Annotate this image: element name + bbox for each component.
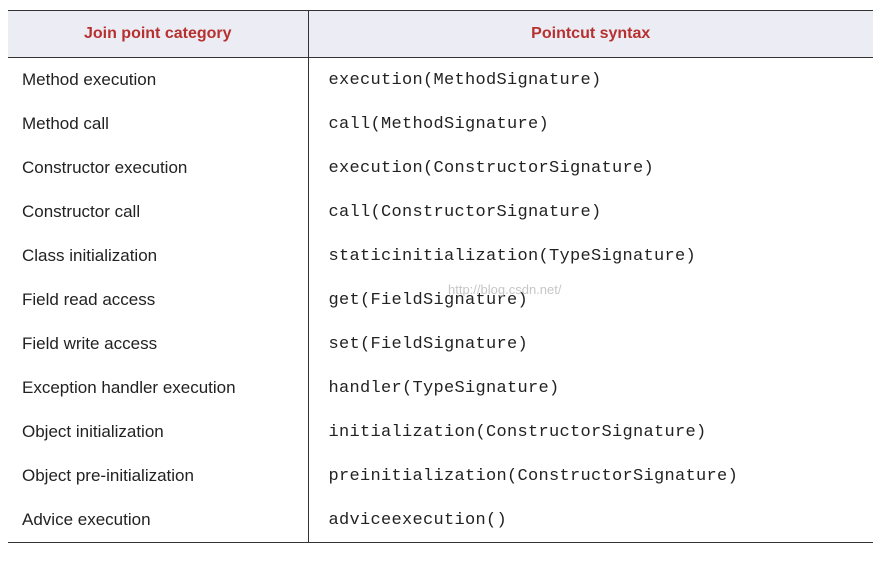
cell-category: Method execution (8, 58, 308, 103)
header-syntax: Pointcut syntax (308, 11, 873, 58)
table-row: Advice execution adviceexecution() (8, 498, 873, 543)
table-row: Method execution execution(MethodSignatu… (8, 58, 873, 103)
table-row: Field write access set(FieldSignature) (8, 322, 873, 366)
cell-syntax: execution(MethodSignature) (308, 58, 873, 103)
pointcut-table: Join point category Pointcut syntax Meth… (8, 10, 873, 543)
header-row: Join point category Pointcut syntax (8, 11, 873, 58)
table-row: Exception handler execution handler(Type… (8, 366, 873, 410)
cell-syntax: call(MethodSignature) (308, 102, 873, 146)
cell-category: Constructor call (8, 190, 308, 234)
header-category: Join point category (8, 11, 308, 58)
cell-syntax: get(FieldSignature) (308, 278, 873, 322)
table-row: Method call call(MethodSignature) (8, 102, 873, 146)
cell-category: Constructor execution (8, 146, 308, 190)
cell-category: Object pre-initialization (8, 454, 308, 498)
table-row: Constructor call call(ConstructorSignatu… (8, 190, 873, 234)
cell-category: Exception handler execution (8, 366, 308, 410)
cell-syntax: initialization(ConstructorSignature) (308, 410, 873, 454)
table-row: Object initialization initialization(Con… (8, 410, 873, 454)
page-container: Join point category Pointcut syntax Meth… (8, 10, 873, 543)
cell-syntax: call(ConstructorSignature) (308, 190, 873, 234)
cell-syntax: handler(TypeSignature) (308, 366, 873, 410)
cell-category: Field write access (8, 322, 308, 366)
cell-category: Advice execution (8, 498, 308, 543)
table-row: Constructor execution execution(Construc… (8, 146, 873, 190)
cell-syntax: staticinitialization(TypeSignature) (308, 234, 873, 278)
cell-category: Object initialization (8, 410, 308, 454)
cell-syntax: adviceexecution() (308, 498, 873, 543)
cell-syntax: execution(ConstructorSignature) (308, 146, 873, 190)
cell-syntax: set(FieldSignature) (308, 322, 873, 366)
cell-syntax: preinitialization(ConstructorSignature) (308, 454, 873, 498)
table-row: Field read access get(FieldSignature) (8, 278, 873, 322)
cell-category: Field read access (8, 278, 308, 322)
cell-category: Class initialization (8, 234, 308, 278)
cell-category: Method call (8, 102, 308, 146)
table-row: Class initialization staticinitializatio… (8, 234, 873, 278)
table-row: Object pre-initialization preinitializat… (8, 454, 873, 498)
